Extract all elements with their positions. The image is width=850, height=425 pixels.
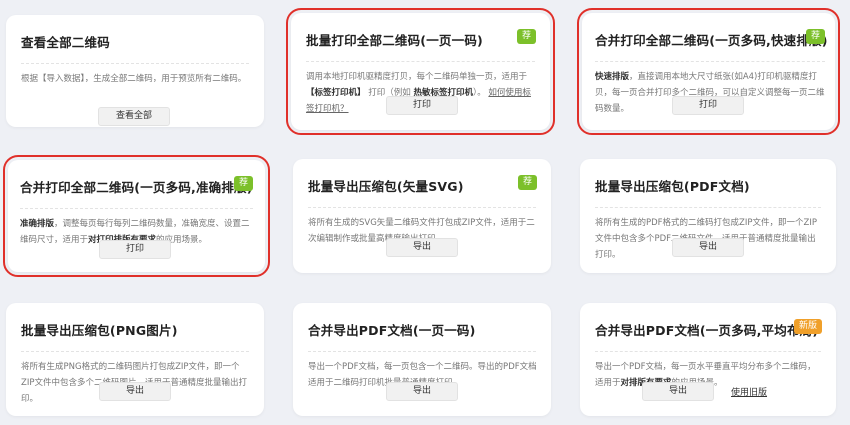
- card-title: 查看全部二维码: [21, 35, 110, 50]
- card-merge-print-precise-layout: 合并打印全部二维码(一页多码,准确排版) 荐 准确排版，调整每页每行每列二维码数…: [3, 155, 270, 277]
- export-button[interactable]: 导出: [672, 238, 744, 257]
- recommended-badge: 荐: [805, 29, 825, 44]
- divider: [20, 208, 253, 209]
- recommended-badge: 荐: [517, 175, 537, 190]
- card-description: 根据【导入数据】，生成全部二维码，用于预览所有二维码。: [21, 74, 247, 84]
- card-title: 合并打印全部二维码(一页多码,准确排版): [20, 180, 253, 195]
- divider: [306, 61, 535, 62]
- card-export-zip-pdf: 批量导出压缩包(PDF文档) 将所有生成的PDF格式的二维码打包成ZIP文件，即…: [580, 159, 836, 273]
- use-old-version-link[interactable]: 使用旧版: [731, 385, 767, 398]
- print-button[interactable]: 打印: [386, 96, 458, 115]
- card-merge-print-fast-layout: 合并打印全部二维码(一页多码,快速排版) 荐 快速排版，直接调用本地大尺寸纸张(…: [577, 8, 840, 135]
- export-button[interactable]: 导出: [99, 382, 171, 401]
- divider: [595, 61, 825, 62]
- print-button[interactable]: 打印: [672, 96, 744, 115]
- card-merge-export-pdf-average-layout: 合并导出PDF文档(一页多码,平均布局) 新版 导出一个PDF文档，每一页水平垂…: [580, 303, 836, 416]
- export-button[interactable]: 导出: [386, 238, 458, 257]
- card-export-zip-svg: 批量导出压缩包(矢量SVG) 荐 将所有生成的SVG矢量二维码文件打包成ZIP文…: [293, 159, 551, 273]
- card-title: 批量导出压缩包(PNG图片): [21, 323, 178, 338]
- export-button[interactable]: 导出: [386, 382, 458, 401]
- export-button[interactable]: 导出: [642, 382, 714, 401]
- recommended-badge: 荐: [516, 29, 536, 44]
- card-title: 合并导出PDF文档(一页多码,平均布局): [595, 323, 819, 338]
- card-title: 合并导出PDF文档(一页一码): [308, 323, 476, 338]
- new-version-badge: 新版: [793, 319, 822, 334]
- divider: [308, 207, 536, 208]
- divider: [595, 351, 821, 352]
- card-title: 批量导出压缩包(矢量SVG): [308, 179, 464, 194]
- card-title: 批量打印全部二维码(一页一码): [306, 33, 483, 48]
- view-all-button[interactable]: 查看全部: [98, 107, 170, 126]
- recommended-badge: 荐: [233, 176, 253, 191]
- divider: [308, 351, 536, 352]
- card-title: 批量导出压缩包(PDF文档): [595, 179, 750, 194]
- print-button[interactable]: 打印: [99, 240, 171, 259]
- divider: [595, 207, 821, 208]
- divider: [21, 351, 249, 352]
- card-export-zip-png: 批量导出压缩包(PNG图片) 将所有生成PNG格式的二维码图片打包成ZIP文件，…: [6, 303, 264, 416]
- card-view-all-qrcodes: 查看全部二维码 根据【导入数据】，生成全部二维码，用于预览所有二维码。 查看全部: [6, 15, 264, 127]
- card-merge-export-pdf-one-per-page: 合并导出PDF文档(一页一码) 导出一个PDF文档，每一页包含一个二维码。导出的…: [293, 303, 551, 416]
- card-batch-print-one-per-page: 批量打印全部二维码(一页一码) 荐 调用本地打印机驱精度打贝，每个二维码单独一页…: [286, 8, 555, 135]
- card-title: 合并打印全部二维码(一页多码,快速排版): [595, 33, 828, 48]
- divider: [21, 63, 249, 64]
